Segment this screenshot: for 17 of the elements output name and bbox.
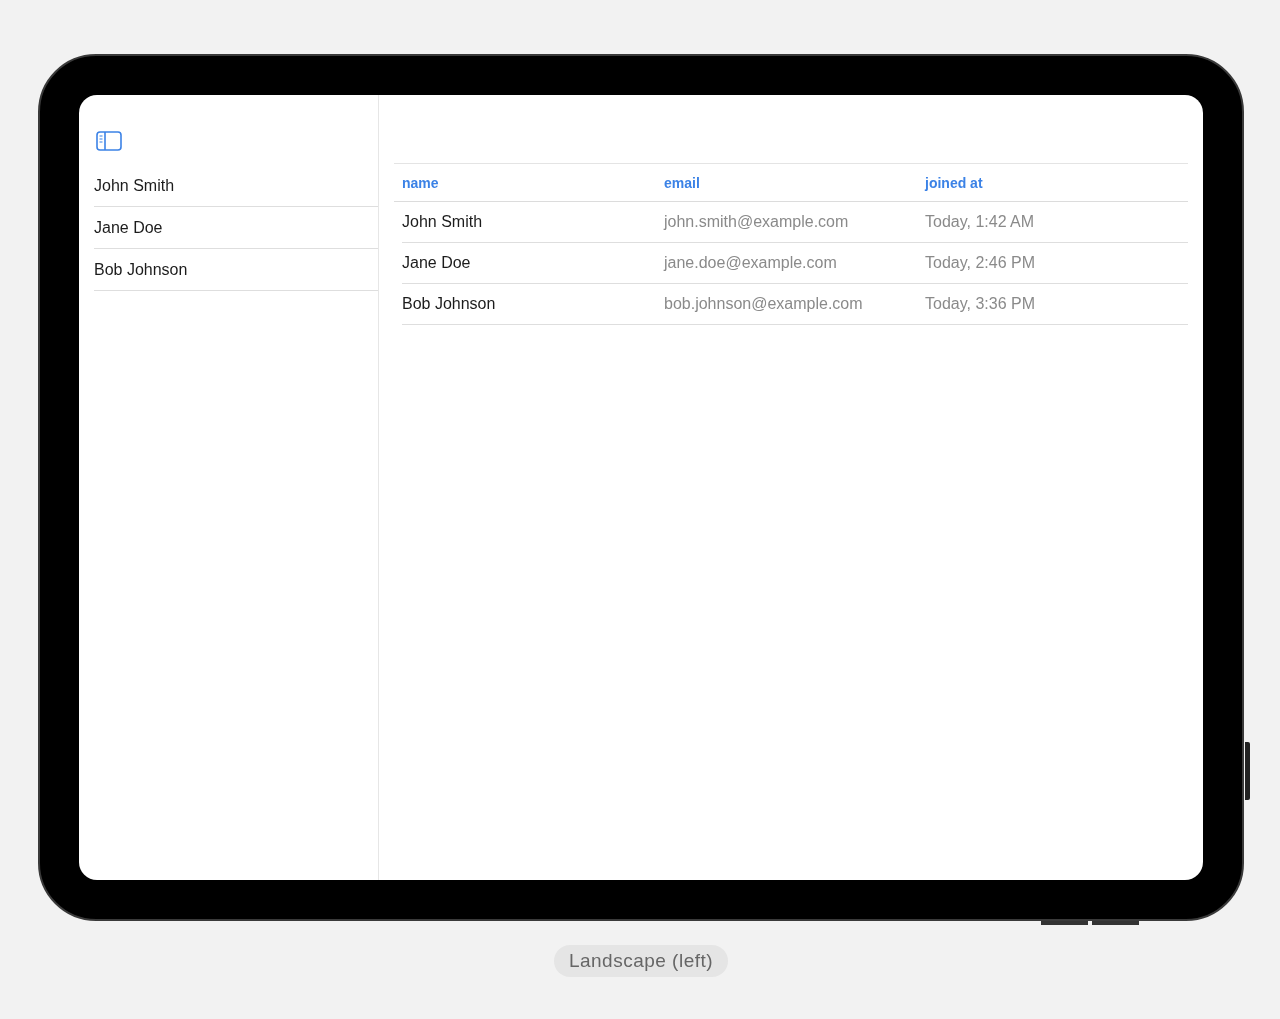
table-cell: jane.doe@example.com <box>664 254 837 272</box>
sidebar-item[interactable]: John Smith <box>94 176 175 195</box>
table-cell: bob.johnson@example.com <box>664 295 863 313</box>
orientation-label: Landscape (left) <box>553 945 729 977</box>
table-cell: Today, 1:42 AM <box>925 213 1035 231</box>
table-cell: Today, 3:36 PM <box>925 295 1035 313</box>
table-cell: John Smith <box>402 213 483 231</box>
table-cell: Jane Doe <box>402 254 471 272</box>
column-header[interactable]: name <box>402 174 439 191</box>
sidebar-toggle-icon[interactable] <box>96 131 122 151</box>
sidebar-item[interactable]: Jane Doe <box>94 218 163 237</box>
table-cell: Bob Johnson <box>402 295 496 313</box>
column-header[interactable]: joined at <box>925 174 983 191</box>
table-cell: john.smith@example.com <box>664 213 849 231</box>
table-cell: Today, 2:46 PM <box>925 254 1035 272</box>
column-header[interactable]: email <box>664 174 700 191</box>
sidebar-item[interactable]: Bob Johnson <box>94 260 188 279</box>
